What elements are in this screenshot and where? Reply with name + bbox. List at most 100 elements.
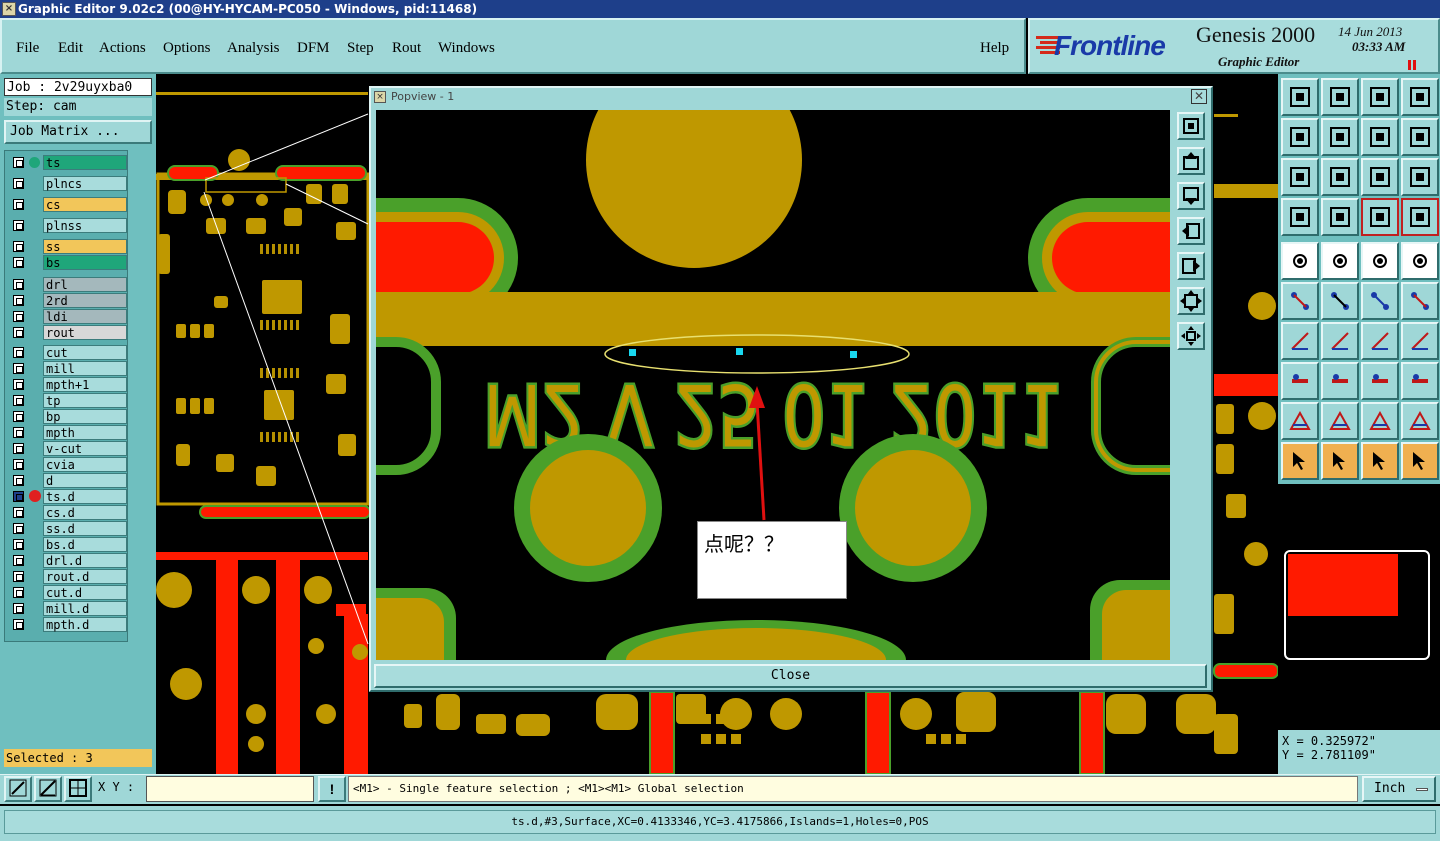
popview-fit-button[interactable] <box>1177 287 1205 315</box>
job-matrix-button[interactable]: Job Matrix ... <box>4 120 152 144</box>
triangle-red-button[interactable] <box>1401 402 1439 440</box>
home-button[interactable] <box>1361 78 1399 116</box>
zoom-pointer-button[interactable] <box>1361 442 1399 480</box>
redraw-button[interactable] <box>1401 118 1439 156</box>
menu-dfm[interactable]: DFM <box>297 40 330 57</box>
popview-left-button[interactable] <box>1177 217 1205 245</box>
layer-row-ldi[interactable]: ldi <box>7 309 127 324</box>
layer-checkbox[interactable] <box>13 507 24 518</box>
layer-row-mpth-d[interactable]: mpth.d <box>7 617 127 632</box>
via-button[interactable] <box>1281 362 1319 400</box>
layer-checkbox[interactable] <box>13 459 24 470</box>
layer-row-rout[interactable]: rout <box>7 325 127 340</box>
grid-button[interactable] <box>1321 198 1359 236</box>
layer-row-cs-d[interactable]: cs.d <box>7 505 127 520</box>
measure-button[interactable] <box>34 776 62 802</box>
options-button[interactable] <box>1281 198 1319 236</box>
layer-checkbox[interactable] <box>13 539 24 550</box>
add-pad-button[interactable] <box>1281 242 1319 280</box>
route-button[interactable] <box>1401 282 1439 320</box>
menu-rout[interactable]: Rout <box>392 40 421 57</box>
popview-close-button[interactable]: Close <box>374 664 1207 688</box>
layer-row-mpth-1[interactable]: mpth+1 <box>7 377 127 392</box>
overview-view-box[interactable] <box>1288 554 1398 616</box>
window-button[interactable] <box>1401 78 1439 116</box>
layer-row-2rd[interactable]: 2rd <box>7 293 127 308</box>
cross-button[interactable] <box>1321 282 1359 320</box>
layer-row-mill-d[interactable]: mill.d <box>7 601 127 616</box>
layer-row-ss-d[interactable]: ss.d <box>7 521 127 536</box>
layer-row-ss[interactable]: ss <box>7 239 127 254</box>
layer-checkbox[interactable] <box>13 327 24 338</box>
xy-input[interactable] <box>146 776 314 802</box>
next-button[interactable] <box>1321 118 1359 156</box>
layer-checkbox[interactable] <box>13 279 24 290</box>
save-button[interactable] <box>1321 78 1359 116</box>
layer-checkbox[interactable] <box>13 443 24 454</box>
layer-row-v-cut[interactable]: v-cut <box>7 441 127 456</box>
layer-checkbox[interactable] <box>13 220 24 231</box>
snap-button[interactable] <box>4 776 32 802</box>
layer-checkbox[interactable] <box>13 523 24 534</box>
layer-row-ts[interactable]: ts <box>7 155 127 170</box>
layer-row-plnss[interactable]: plnss <box>7 218 127 233</box>
overview-map[interactable] <box>1278 484 1440 730</box>
alert-button[interactable]: ! <box>318 776 346 802</box>
select-pad-button[interactable] <box>1401 242 1439 280</box>
arc-button[interactable] <box>1361 322 1399 360</box>
net-pointer-button[interactable] <box>1401 442 1439 480</box>
popview-right-button[interactable] <box>1177 252 1205 280</box>
popview-close-icon[interactable]: ✕ <box>1191 89 1207 104</box>
layer-checkbox[interactable] <box>13 363 24 374</box>
pause-icon[interactable] <box>1408 60 1416 70</box>
open-step-button[interactable] <box>1281 78 1319 116</box>
layer-checkbox[interactable] <box>13 295 24 306</box>
layer-checkbox[interactable] <box>13 347 24 358</box>
layer-row-drl-d[interactable]: drl.d <box>7 553 127 568</box>
layer-checkbox[interactable] <box>13 555 24 566</box>
previous-button[interactable] <box>1281 118 1319 156</box>
line-button[interactable] <box>1321 322 1359 360</box>
grid-button[interactable] <box>64 776 92 802</box>
layer-row-d[interactable]: d <box>7 473 127 488</box>
layer-checkbox[interactable] <box>13 571 24 582</box>
layer-row-mpth[interactable]: mpth <box>7 425 127 440</box>
popview-zoom-out-button[interactable] <box>1177 322 1205 350</box>
slope-button[interactable] <box>1281 322 1319 360</box>
layer-row-bp[interactable]: bp <box>7 409 127 424</box>
menu-actions[interactable]: Actions <box>99 40 146 57</box>
triangle-clear-button[interactable] <box>1361 402 1399 440</box>
connect-button[interactable] <box>1361 282 1399 320</box>
center-button[interactable] <box>1321 158 1359 196</box>
layer-checkbox[interactable] <box>13 491 24 502</box>
reverse-button[interactable] <box>1361 118 1399 156</box>
layer-row-plncs[interactable]: plncs <box>7 176 127 191</box>
layer-checkbox[interactable] <box>13 395 24 406</box>
layer-row-rout-d[interactable]: rout.d <box>7 569 127 584</box>
layer-checkbox[interactable] <box>13 427 24 438</box>
layer-checkbox[interactable] <box>13 603 24 614</box>
layer-checkbox[interactable] <box>13 619 24 630</box>
fit-screen-button[interactable] <box>1281 158 1319 196</box>
layer-checkbox[interactable] <box>13 411 24 422</box>
layer-checkbox[interactable] <box>13 178 24 189</box>
units-dropdown[interactable]: Inch <box>1362 776 1436 802</box>
layer-checkbox[interactable] <box>13 587 24 598</box>
select-button[interactable] <box>1321 442 1359 480</box>
layer-row-cut-d[interactable]: cut.d <box>7 585 127 600</box>
popview-zoom-in-button[interactable] <box>1177 112 1205 140</box>
trace-button[interactable] <box>1321 362 1359 400</box>
layer-row-ts-d[interactable]: ts.d <box>7 489 127 504</box>
layer-row-bs[interactable]: bs <box>7 255 127 270</box>
layer-row-cvia[interactable]: cvia <box>7 457 127 472</box>
help-button[interactable] <box>1401 158 1439 196</box>
add-line-button[interactable] <box>1321 242 1359 280</box>
menu-options[interactable]: Options <box>163 40 211 57</box>
layer-compare-button[interactable] <box>1361 198 1399 236</box>
layer-checkbox[interactable] <box>13 379 24 390</box>
layer-checkbox[interactable] <box>13 199 24 210</box>
layer-checkbox[interactable] <box>13 157 24 168</box>
measure-button[interactable] <box>1361 362 1399 400</box>
layer-checkbox[interactable] <box>13 311 24 322</box>
layer-checkbox[interactable] <box>13 475 24 486</box>
